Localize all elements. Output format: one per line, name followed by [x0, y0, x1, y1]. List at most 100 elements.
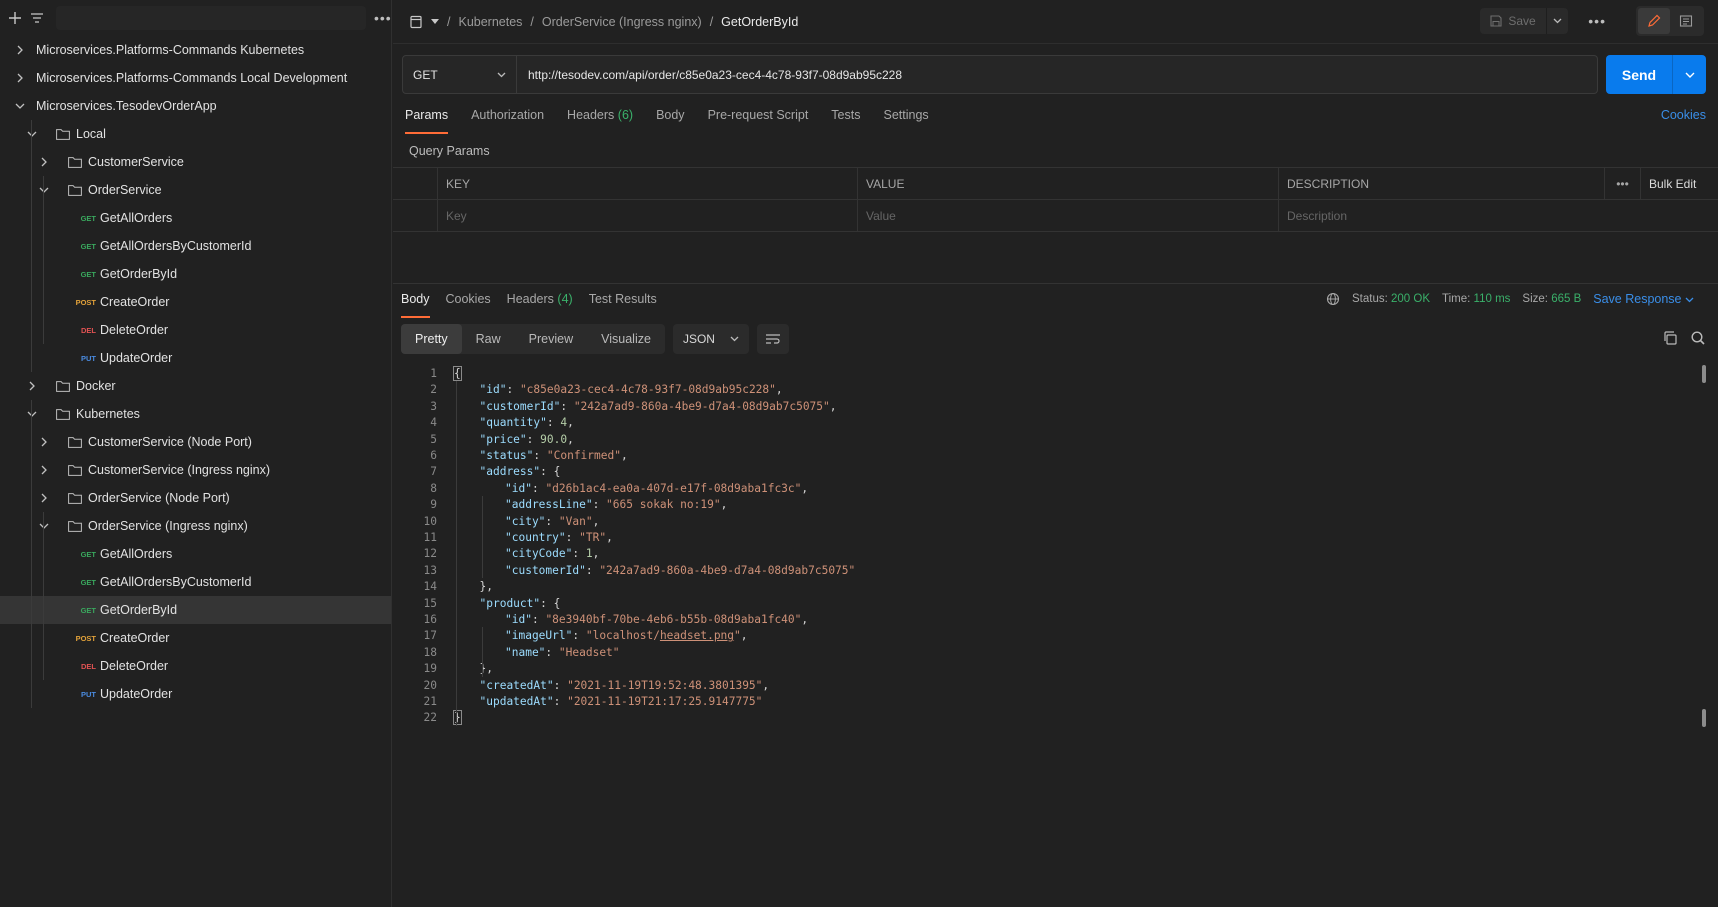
chevron-down-icon[interactable]: [14, 100, 26, 112]
json-link[interactable]: headset.png: [660, 629, 734, 642]
docs-mode-button[interactable]: [1670, 8, 1702, 34]
folder-item[interactable]: OrderService (Node Port): [0, 484, 391, 512]
copy-icon[interactable]: [1662, 330, 1678, 346]
tab-tests[interactable]: Tests: [831, 108, 860, 130]
breadcrumb-item-orderservice-ingress[interactable]: OrderService (Ingress nginx): [542, 15, 702, 29]
folder-item[interactable]: CustomerService (Node Port): [0, 428, 391, 456]
tab-pre-request-script[interactable]: Pre-request Script: [708, 108, 809, 130]
time-meta[interactable]: Time: 110 ms: [1442, 293, 1510, 305]
save-dropdown-button[interactable]: [1546, 8, 1568, 34]
chevron-right-icon[interactable]: [26, 380, 38, 392]
chevron-down-icon[interactable]: [38, 520, 50, 532]
size-meta[interactable]: Size: 665 B: [1522, 293, 1581, 305]
status-meta[interactable]: Status: 200 OK: [1352, 293, 1430, 305]
method-select[interactable]: GET: [402, 55, 517, 94]
tab-headers[interactable]: Headers (6): [567, 108, 633, 130]
view-raw-button[interactable]: Raw: [462, 324, 515, 354]
request-item[interactable]: DEL DeleteOrder: [0, 652, 391, 680]
response-actions: [1662, 330, 1706, 346]
line-number: 20: [423, 678, 437, 692]
search-icon[interactable]: [1690, 330, 1706, 346]
request-item[interactable]: GET GetAllOrders: [0, 540, 391, 568]
json-punct: ,: [740, 629, 748, 643]
chevron-down-icon[interactable]: [38, 184, 50, 196]
sidebar-more-button[interactable]: •••: [374, 10, 392, 26]
key-input[interactable]: Key: [438, 200, 858, 231]
view-visualize-button[interactable]: Visualize: [587, 324, 665, 354]
send-button[interactable]: Send: [1606, 55, 1706, 94]
folder-item[interactable]: Local: [0, 120, 391, 148]
request-more-button[interactable]: •••: [1588, 13, 1606, 29]
cookies-link[interactable]: Cookies: [1661, 108, 1706, 122]
send-dropdown-button[interactable]: [1672, 55, 1706, 94]
collection-item[interactable]: Microservices.Platforms-Commands Kuberne…: [0, 36, 391, 64]
sidebar-search[interactable]: [56, 6, 366, 30]
collection-item[interactable]: Microservices.TesodevOrderApp: [0, 92, 391, 120]
response-tab-body[interactable]: Body: [401, 292, 430, 318]
edit-mode-button[interactable]: [1638, 8, 1670, 34]
url-input[interactable]: http://tesodev.com/api/order/c85e0a23-ce…: [517, 55, 1598, 94]
request-item[interactable]: PUT UpdateOrder: [0, 680, 391, 708]
line-number: 22: [423, 711, 437, 725]
tab-params[interactable]: Params: [405, 108, 449, 134]
caret-down-icon[interactable]: [431, 18, 439, 25]
bulk-edit-button[interactable]: Bulk Edit: [1641, 168, 1718, 199]
request-item[interactable]: GET GetAllOrdersByCustomerId: [0, 232, 391, 260]
send-label[interactable]: Send: [1606, 55, 1672, 94]
response-divider[interactable]: [393, 283, 1718, 284]
scrollbar-marker[interactable]: [1702, 365, 1706, 383]
tab-body[interactable]: Body: [656, 108, 685, 130]
response-tab-test-results[interactable]: Test Results: [589, 292, 657, 314]
new-item-button[interactable]: [8, 7, 22, 29]
filter-button[interactable]: [30, 7, 44, 29]
indent-guide: [31, 400, 32, 708]
chevron-right-icon[interactable]: [38, 492, 50, 504]
wrap-icon: [765, 334, 780, 344]
request-doc-icon[interactable]: [409, 15, 423, 29]
response-tab-cookies[interactable]: Cookies: [446, 292, 491, 314]
view-preview-button[interactable]: Preview: [515, 324, 587, 354]
folder-item[interactable]: Kubernetes: [0, 400, 391, 428]
request-item[interactable]: GET GetAllOrdersByCustomerId: [0, 568, 391, 596]
folder-item[interactable]: OrderService (Ingress nginx): [0, 512, 391, 540]
folder-item[interactable]: Docker: [0, 372, 391, 400]
wrap-lines-button[interactable]: [756, 324, 789, 354]
chevron-down-icon[interactable]: [26, 408, 38, 420]
view-pretty-button[interactable]: Pretty: [401, 324, 462, 354]
chevron-right-icon[interactable]: [14, 72, 26, 84]
globe-icon[interactable]: [1326, 292, 1340, 306]
chevron-right-icon[interactable]: [14, 44, 26, 56]
sidebar-search-input[interactable]: [64, 11, 366, 25]
response-body-editor[interactable]: 1 {2 "id": "c85e0a23-cec4-4c78-93f7-08d9ab…: [393, 365, 1718, 765]
folder-item[interactable]: OrderService: [0, 176, 391, 204]
tab-count: (4): [557, 292, 573, 306]
request-item[interactable]: GET GetAllOrders: [0, 204, 391, 232]
page-title[interactable]: GetOrderById: [721, 15, 798, 29]
tab-authorization[interactable]: Authorization: [471, 108, 544, 130]
collection-item[interactable]: Microservices.Platforms-Commands Local D…: [0, 64, 391, 92]
tab-settings[interactable]: Settings: [883, 108, 928, 130]
request-item[interactable]: POST CreateOrder: [0, 288, 391, 316]
request-item[interactable]: GET GetOrderById: [0, 260, 391, 288]
folder-item[interactable]: CustomerService: [0, 148, 391, 176]
scrollbar-marker[interactable]: [1702, 709, 1706, 728]
format-select[interactable]: JSON: [672, 324, 749, 354]
tab-label: Test Results: [588, 292, 657, 306]
value-input[interactable]: Value: [858, 200, 1279, 231]
columns-more-button[interactable]: •••: [1605, 168, 1641, 199]
folder-item[interactable]: CustomerService (Ingress nginx): [0, 456, 391, 484]
request-item[interactable]: PUT UpdateOrder: [0, 344, 391, 372]
description-input[interactable]: Description: [1279, 200, 1718, 231]
chevron-right-icon[interactable]: [38, 156, 50, 168]
request-item[interactable]: POST CreateOrder: [0, 624, 391, 652]
response-tab-headers[interactable]: Headers (4): [507, 292, 573, 314]
save-response-button[interactable]: Save Response: [1593, 292, 1694, 306]
chevron-right-icon[interactable]: [38, 436, 50, 448]
chevron-down-icon[interactable]: [26, 128, 38, 140]
chevron-right-icon[interactable]: [38, 464, 50, 476]
json-key: "city": [505, 514, 546, 528]
request-item[interactable]: GET GetOrderById: [0, 596, 391, 624]
breadcrumb-item-kubernetes[interactable]: Kubernetes: [458, 15, 522, 29]
save-button[interactable]: Save: [1480, 8, 1546, 34]
request-item[interactable]: DEL DeleteOrder: [0, 316, 391, 344]
